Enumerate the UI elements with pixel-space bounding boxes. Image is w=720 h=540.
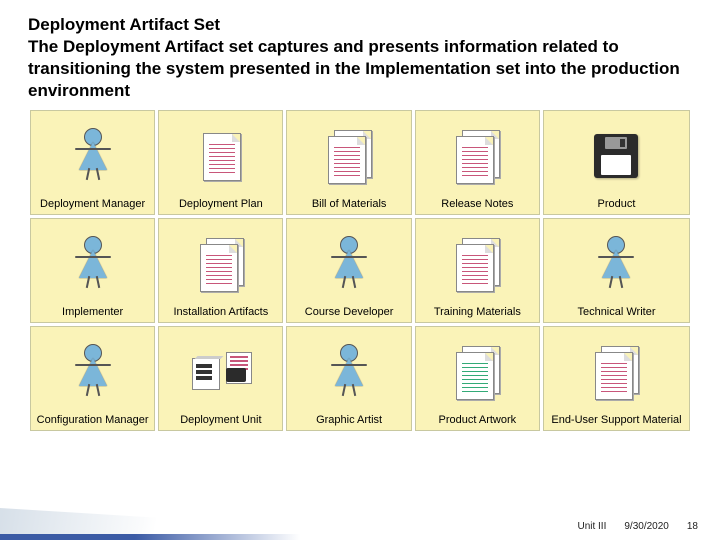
artifact-grid: Deployment Manager Deployment Plan Bill … — [0, 110, 720, 431]
cell-training-materials: Training Materials — [415, 218, 540, 323]
slide: Deployment Artifact Set The Deployment A… — [0, 0, 720, 540]
person-icon — [33, 117, 152, 193]
person-icon — [33, 225, 152, 301]
cell-bill-of-materials: Bill of Materials — [286, 110, 411, 215]
cell-label: End-User Support Material — [551, 414, 681, 427]
cell-release-notes: Release Notes — [415, 110, 540, 215]
cell-label: Release Notes — [441, 198, 513, 211]
footer-unit: Unit III — [577, 521, 606, 532]
decor-underline — [0, 534, 300, 540]
cell-configuration-manager: Configuration Manager — [30, 326, 155, 431]
cell-installation-artifacts: Installation Artifacts — [158, 218, 283, 323]
person-icon — [289, 333, 408, 409]
cell-label: Training Materials — [434, 306, 521, 319]
cell-label: Graphic Artist — [316, 414, 382, 427]
cell-product-artwork: Product Artwork — [415, 326, 540, 431]
person-icon — [33, 333, 152, 409]
cell-label: Implementer — [62, 306, 123, 319]
document-stack-icon — [161, 225, 280, 301]
footer-date: 9/30/2020 — [624, 521, 669, 532]
cell-technical-writer: Technical Writer — [543, 218, 690, 323]
cell-product: Product — [543, 110, 690, 215]
cell-graphic-artist: Graphic Artist — [286, 326, 411, 431]
cell-label: Course Developer — [305, 306, 394, 319]
document-stack-icon — [418, 225, 537, 301]
cell-deployment-manager: Deployment Manager — [30, 110, 155, 215]
cell-implementer: Implementer — [30, 218, 155, 323]
document-stack-icon — [418, 117, 537, 193]
slide-description: The Deployment Artifact set captures and… — [28, 36, 692, 102]
header: Deployment Artifact Set The Deployment A… — [0, 0, 720, 110]
cell-label: Deployment Unit — [180, 414, 261, 427]
cell-label: Technical Writer — [577, 306, 655, 319]
cell-label: Product Artwork — [439, 414, 517, 427]
document-stack-icon — [418, 333, 537, 409]
cell-course-developer: Course Developer — [286, 218, 411, 323]
slide-title: Deployment Artifact Set — [28, 14, 692, 36]
cell-label: Installation Artifacts — [173, 306, 268, 319]
cell-end-user-support-material: End-User Support Material — [543, 326, 690, 431]
document-icon — [161, 117, 280, 193]
cell-deployment-plan: Deployment Plan — [158, 110, 283, 215]
cell-label: Product — [598, 198, 636, 211]
cell-label: Bill of Materials — [312, 198, 387, 211]
cell-label: Deployment Manager — [40, 198, 145, 211]
footer: Unit III 9/30/2020 18 — [577, 521, 698, 532]
footer-page: 18 — [687, 521, 698, 532]
cell-deployment-unit: Deployment Unit — [158, 326, 283, 431]
document-stack-icon — [546, 333, 687, 409]
document-stack-icon — [289, 117, 408, 193]
person-icon — [289, 225, 408, 301]
floppy-icon — [546, 117, 687, 193]
person-icon — [546, 225, 687, 301]
box-icon — [161, 333, 280, 409]
cell-label: Configuration Manager — [37, 414, 149, 427]
cell-label: Deployment Plan — [179, 198, 263, 211]
